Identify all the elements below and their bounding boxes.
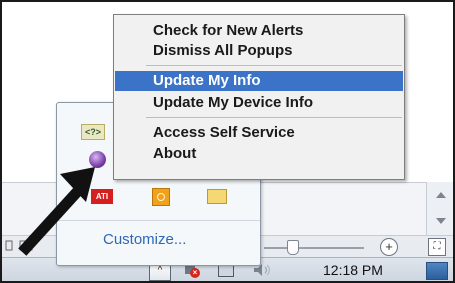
screenshot-frame: + ⛶ ^ × 12:18 PM <?> ATI Customize... Ch…	[0, 0, 455, 283]
pointer-arrow-icon	[18, 167, 95, 256]
